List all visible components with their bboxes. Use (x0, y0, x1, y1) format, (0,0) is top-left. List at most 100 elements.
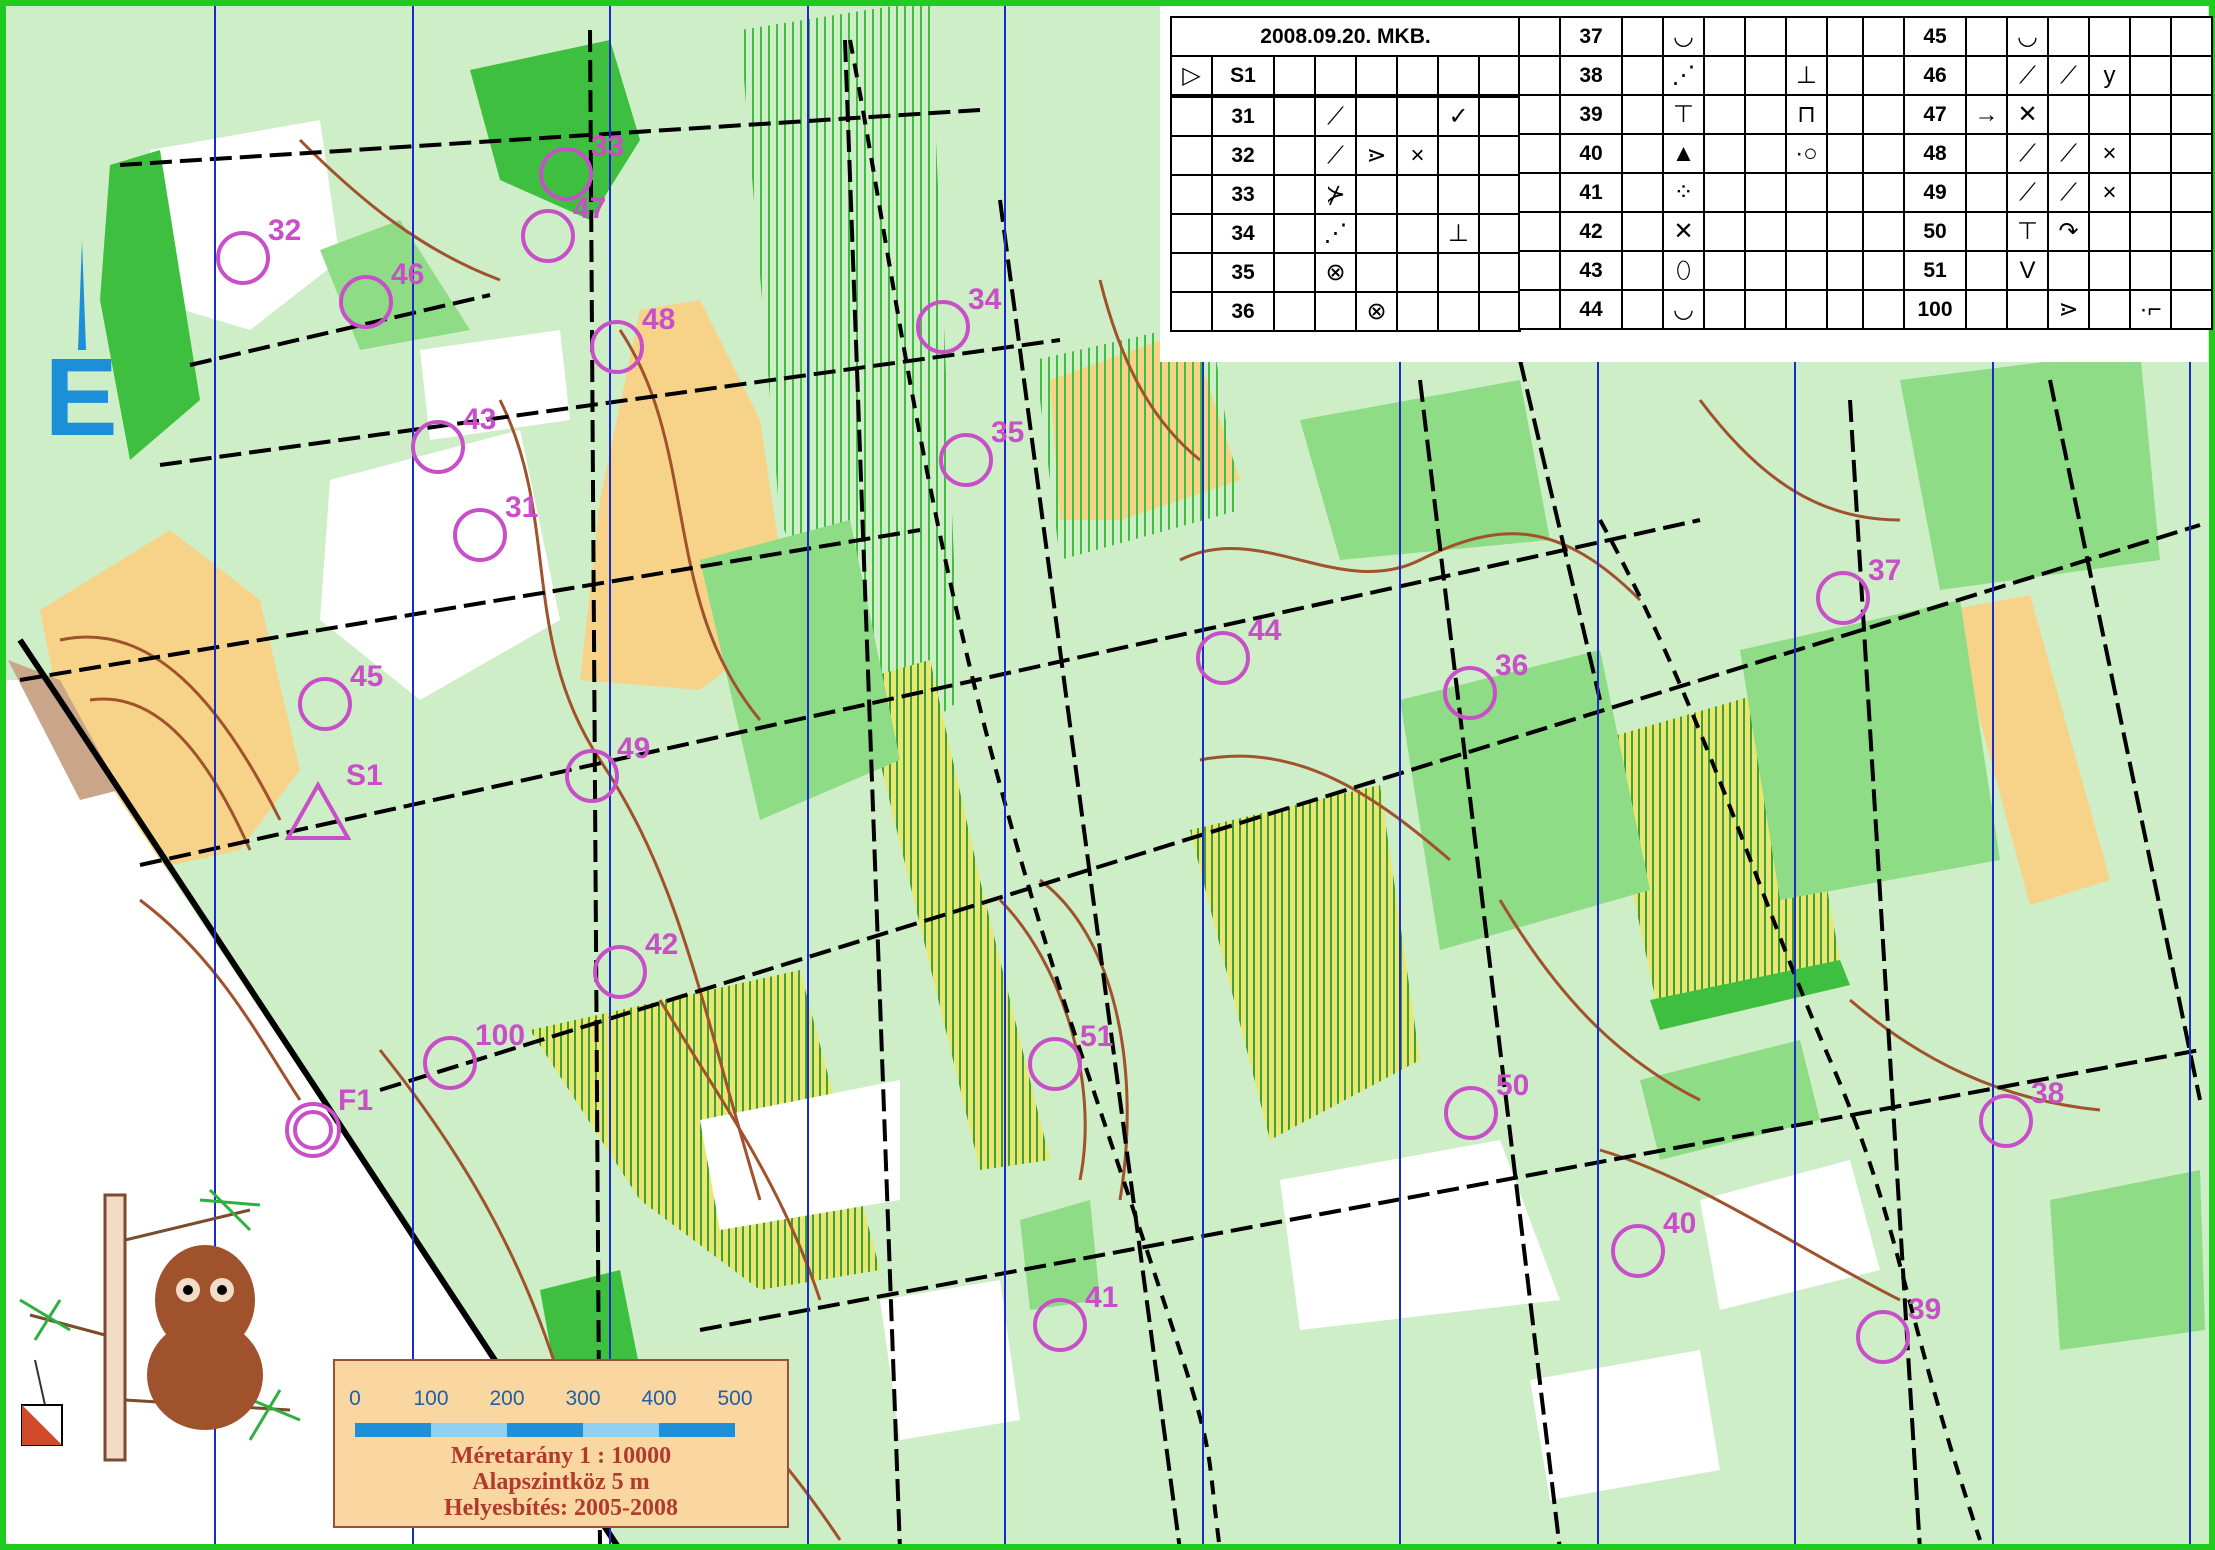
description-symbol-cell (1703, 250, 1746, 291)
scale-tick-label: 0 (349, 1387, 361, 1410)
scale-bar-segment (431, 1423, 507, 1437)
description-symbol-cell (1273, 94, 1316, 137)
description-symbol-cell (1273, 135, 1316, 176)
description-row: 44 ◡ (1518, 289, 1869, 330)
start-symbol-cell (1170, 94, 1213, 137)
start-symbol-cell (1862, 211, 1905, 252)
description-symbol-cell (1355, 94, 1398, 137)
description-symbol-cell (1437, 174, 1480, 215)
description-symbol-cell (1478, 55, 1521, 97)
start-symbol-cell (1518, 172, 1561, 213)
control-code-cell: 41 (1559, 172, 1623, 213)
description-symbol-cell: × (2088, 172, 2131, 213)
description-symbol-cell: ⟋ (2047, 133, 2090, 174)
description-symbol-cell (1621, 55, 1664, 96)
description-symbol-cell (2088, 94, 2131, 135)
description-row: 42 ✕ (1518, 211, 1869, 252)
scale-bar-segment (659, 1423, 735, 1437)
control-number: 40 (1663, 1207, 1696, 1240)
description-row: 36 ⊗ (1170, 291, 1521, 332)
description-symbol-cell: ⟋ (2047, 55, 2090, 96)
description-symbol-cell (2129, 211, 2172, 252)
description-symbol-cell: ⊥ (1437, 213, 1480, 254)
description-row: 39 ⊤ ⊓ (1518, 94, 1869, 135)
control-code-cell: 48 (1903, 133, 1967, 174)
control-code-cell: 42 (1559, 211, 1623, 252)
description-symbol-cell (2170, 172, 2213, 213)
description-symbol-cell: ⋗ (1355, 135, 1398, 176)
start-symbol-cell (1518, 55, 1561, 96)
description-symbol-cell (2170, 211, 2213, 252)
control-number: 45 (350, 660, 383, 693)
description-symbol-cell (1478, 135, 1521, 176)
control-number: 49 (617, 732, 650, 765)
description-symbol-cell: ⟋ (2006, 133, 2049, 174)
scale-bar-segment (507, 1423, 583, 1437)
description-symbol-cell: y (2088, 55, 2131, 96)
description-symbol-cell (2170, 16, 2213, 57)
scale-legend-box: 0 100 200 300 400 500 Méretarány 1 : 10000 Al… (333, 1359, 789, 1528)
control-code-cell: S1 (1211, 55, 1275, 97)
description-symbol-cell (1273, 55, 1316, 97)
description-symbol-cell: ⊗ (1355, 291, 1398, 332)
control-number: 48 (642, 303, 675, 336)
control-number: 38 (2031, 1077, 2064, 1110)
description-symbol-cell (2170, 133, 2213, 174)
description-symbol-cell: ⟋ (1314, 94, 1357, 137)
control-number: 31 (505, 491, 538, 524)
description-symbol-cell: ·⌐ (2129, 289, 2172, 330)
start-symbol-cell (1862, 55, 1905, 96)
control-number: 42 (645, 928, 678, 961)
description-symbol-cell (1314, 55, 1357, 97)
description-symbol-cell (1703, 289, 1746, 330)
description-symbol-cell: ⬯ (1662, 250, 1705, 291)
description-row: 37 ◡ (1518, 16, 1869, 57)
description-symbol-cell (1744, 133, 1787, 174)
control-number: 100 (475, 1019, 525, 1052)
description-symbol-cell (1478, 94, 1521, 137)
description-symbol-cell (1437, 252, 1480, 293)
description-symbol-cell: ⊁ (1314, 174, 1357, 215)
description-symbol-cell (1965, 250, 2008, 291)
description-symbol-cell: ✕ (1662, 211, 1705, 252)
description-symbol-cell (2129, 250, 2172, 291)
description-row: 46 ⟋ ⟋ y (1862, 55, 2213, 96)
start-symbol-cell (1862, 250, 1905, 291)
description-symbol-cell: ✓ (1437, 94, 1480, 137)
description-row: 50 ⊤ ↷ (1862, 211, 2213, 252)
control-code-cell: 50 (1903, 211, 1967, 252)
start-symbol-cell (1518, 94, 1561, 135)
control-number: 34 (968, 283, 1002, 316)
description-symbol-cell (1621, 172, 1664, 213)
description-symbol-cell: ·○ (1785, 133, 1828, 174)
control-number: 47 (573, 192, 606, 225)
control-code-cell: 46 (1903, 55, 1967, 96)
description-row: 40 ▲ ·○ (1518, 133, 1869, 174)
description-symbol-cell: ⟋ (2006, 55, 2049, 96)
description-symbol-cell (1396, 174, 1439, 215)
start-symbol-cell (1170, 174, 1213, 215)
control-number: 32 (268, 214, 301, 247)
description-symbol-cell (1703, 55, 1746, 96)
description-symbol-cell (1273, 213, 1316, 254)
control-code-cell: 38 (1559, 55, 1623, 96)
control-number: 39 (1908, 1293, 1941, 1326)
description-symbol-cell (1703, 94, 1746, 135)
control-code-cell: 36 (1211, 291, 1275, 332)
control-descriptions-table-1: 2008.09.20. MKB. ▷ S1 31 ⟋ ✓ 32 ⟋ ⋗ × 33 ⊁ 34 ⋰ ⊥ 35 ⊗ 36… (1170, 16, 1521, 332)
description-symbol-cell (1744, 16, 1787, 57)
description-symbol-cell (1785, 211, 1828, 252)
description-symbol-cell (2047, 16, 2090, 57)
description-symbol-cell (1744, 289, 1787, 330)
description-row: 51 V (1862, 250, 2213, 291)
description-symbol-cell: ⊗ (1314, 252, 1357, 293)
description-symbol-cell: → (1965, 94, 2008, 135)
description-symbol-cell (1744, 55, 1787, 96)
description-symbol-cell (1703, 16, 1746, 57)
control-number: 35 (991, 416, 1024, 449)
description-symbol-cell (2170, 55, 2213, 96)
start-symbol-cell (1518, 16, 1561, 57)
control-descriptions-table-3: 45 ◡ 46 ⟋ ⟋ y 47 → ✕ 48 ⟋ ⟋ × 49 ⟋ ⟋ × 50 ⊤ ↷ 51 V 100 ⋗ ·⌐ (1862, 16, 2213, 330)
control-code-cell: 40 (1559, 133, 1623, 174)
start-symbol-cell (1518, 289, 1561, 330)
